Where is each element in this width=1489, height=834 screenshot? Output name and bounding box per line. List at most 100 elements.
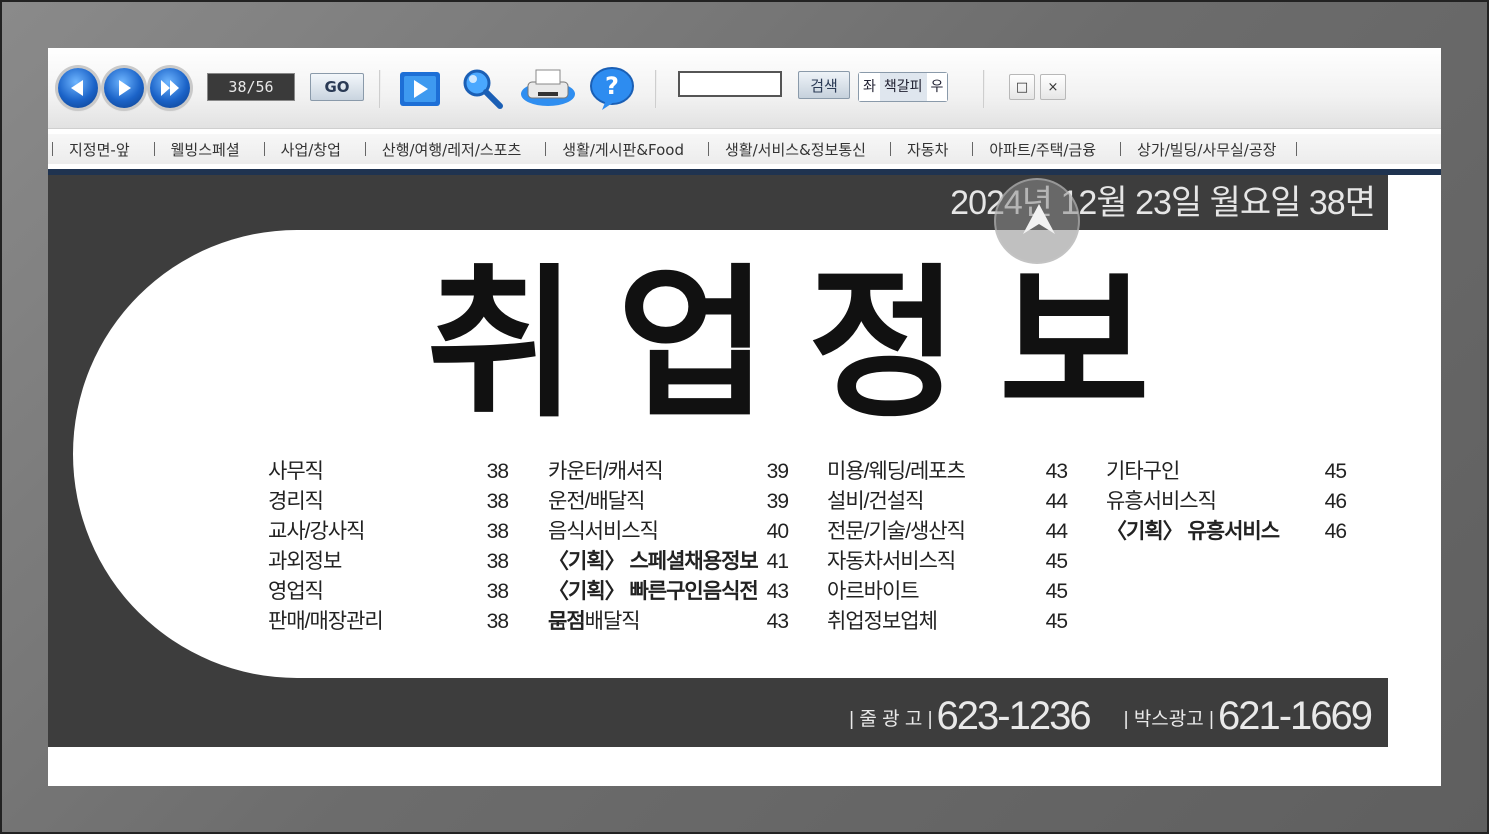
index-row[interactable]: 과외정보 38 xyxy=(268,547,509,577)
scroll-top-button[interactable] xyxy=(994,178,1080,264)
menu-item-front[interactable]: 지정면-앞 xyxy=(52,139,154,160)
index-page-number: 46 xyxy=(1324,490,1347,513)
page-indicator-input[interactable]: 38/56 xyxy=(207,73,295,101)
index-label: 교사/강사직 xyxy=(268,520,365,543)
view-toggle: 좌 책갈피 우 xyxy=(858,72,949,102)
index-label: 판매/매장관리 xyxy=(268,610,384,633)
index-page-number: 38 xyxy=(486,580,509,603)
line-ad-phone: 623-1236 xyxy=(936,694,1092,738)
index-row[interactable]: 〈기획〉 빠른구인음식전문점 43 xyxy=(548,577,789,633)
index-row[interactable]: 운전/배달직 39 xyxy=(548,487,789,517)
help-button[interactable]: ? xyxy=(588,66,636,112)
index-label: 〈기획〉 스페셜채용정보 xyxy=(548,550,759,573)
prev-page-icon xyxy=(71,80,83,96)
index-row[interactable]: 설비/건설직 44 xyxy=(827,487,1068,517)
close-button[interactable]: × xyxy=(1040,74,1066,100)
index-page-number: 40 xyxy=(766,520,789,543)
index-row[interactable]: 미용/웨딩/레포츠 43 xyxy=(827,457,1068,487)
search-input[interactable] xyxy=(678,71,782,97)
help-icon: ? xyxy=(590,67,634,110)
print-button[interactable] xyxy=(518,66,575,112)
index-label: 〈기획〉 유흥서비스 xyxy=(1106,520,1280,543)
prev-page-button[interactable] xyxy=(58,68,98,108)
menu-item-car[interactable]: 자동차 xyxy=(889,139,972,160)
toolbar: 38/56 GO ? 검색 좌 책갈피 우 □ × xyxy=(48,48,1441,129)
maximize-icon: □ xyxy=(1015,80,1029,95)
menu-item-apartment[interactable]: 아파트/주택/금융 xyxy=(972,139,1120,160)
ad-contact: | 줄 광 고 | 623-1236 | 박스광고 | 621-1669 xyxy=(849,685,1373,739)
index-page-number: 41 xyxy=(766,550,789,573)
zoom-icon xyxy=(463,69,503,109)
index-column-4: 기타구인 45 유흥서비스직 46 〈기획〉 유흥서비스 46 xyxy=(1106,457,1347,547)
index-page-number: 38 xyxy=(486,490,509,513)
index-label: 〈기획〉 빠른구인음식전문점 xyxy=(548,580,759,633)
menu-item-life-food[interactable]: 생활/게시판&Food xyxy=(545,139,708,160)
menu-item-commercial[interactable]: 상가/빌딩/사무실/공장 xyxy=(1120,139,1296,160)
page-margin xyxy=(1388,683,1441,747)
menu-item-wellbeing[interactable]: 웰빙스페셜 xyxy=(153,139,264,160)
index-row[interactable]: 경리직 38 xyxy=(268,487,509,517)
index-row[interactable]: 아르바이트 45 xyxy=(827,577,1068,607)
divider xyxy=(983,70,985,108)
line-ad-label: | 줄 광 고 | xyxy=(849,709,933,730)
search-button[interactable]: 검색 xyxy=(798,71,850,99)
index-page-number: 39 xyxy=(766,490,789,513)
menu-item-leisure[interactable]: 산행/여행/레저/스포츠 xyxy=(364,139,545,160)
divider xyxy=(655,70,657,108)
index-row[interactable]: 유흥서비스직 46 xyxy=(1106,487,1347,517)
index-label: 경리직 xyxy=(268,490,324,513)
index-page-number: 44 xyxy=(1045,490,1068,513)
index-page-number: 45 xyxy=(1045,550,1068,573)
box-ad-label: | 박스광고 | xyxy=(1123,709,1214,730)
menu-item-business[interactable]: 사업/창업 xyxy=(263,139,365,160)
page-flip-button[interactable] xyxy=(396,66,444,112)
page-flip-icon xyxy=(400,72,440,106)
index-label: 카운터/캐셔직 xyxy=(548,460,664,483)
index-row[interactable]: 카운터/캐셔직 39 xyxy=(548,457,789,487)
index-row[interactable]: 〈기획〉 스페셜채용정보 41 xyxy=(548,547,789,577)
index-row[interactable]: 음식배달직 43 xyxy=(548,607,789,637)
index-label: 영업직 xyxy=(268,580,324,603)
index-row[interactable]: 영업직 38 xyxy=(268,577,509,607)
index-column-2: 카운터/캐셔직 39 운전/배달직 39 음식서비스직 40 〈기획〉 스페셜채용정보 41 〈… xyxy=(548,457,789,637)
menu-item-life-service[interactable]: 생활/서비스&정보통신 xyxy=(708,139,890,160)
toggle-bookmark[interactable]: 책갈피 xyxy=(880,73,927,101)
menu-divider xyxy=(1296,142,1298,156)
index-label: 미용/웨딩/레포츠 xyxy=(827,460,966,483)
page-margin xyxy=(1388,175,1441,225)
index-page-number: 43 xyxy=(766,580,789,603)
index-page-number: 38 xyxy=(486,550,509,573)
index-row[interactable]: 사무직 38 xyxy=(268,457,509,487)
index-column-3: 미용/웨딩/레포츠 43 설비/건설직 44 전문/기술/생산직 44 자동차서비스직 45 아… xyxy=(827,457,1068,637)
index-row[interactable]: 판매/매장관리 38 xyxy=(268,607,509,637)
index-row[interactable]: 전문/기술/생산직 44 xyxy=(827,517,1068,547)
next-page-icon xyxy=(119,80,131,96)
ebook-viewer: 38/56 GO ? 검색 좌 책갈피 우 □ × 지정면-앞 웰빙스페셜 사업… xyxy=(48,48,1441,786)
index-label: 음식배달직 xyxy=(548,610,641,633)
index-row[interactable]: 교사/강사직 38 xyxy=(268,517,509,547)
index-page-number: 38 xyxy=(486,610,509,633)
maximize-button[interactable]: □ xyxy=(1009,74,1035,100)
index-label: 운전/배달직 xyxy=(548,490,645,513)
next-page-button[interactable] xyxy=(104,68,144,108)
box-ad-phone: 621-1669 xyxy=(1217,694,1373,738)
index-page-number: 45 xyxy=(1045,580,1068,603)
index-label: 전문/기술/생산직 xyxy=(827,520,966,543)
index-row[interactable]: 취업정보업체 45 xyxy=(827,607,1068,637)
index-row[interactable]: 음식서비스직 40 xyxy=(548,517,789,547)
index-page-number: 45 xyxy=(1324,460,1347,483)
last-page-button[interactable] xyxy=(150,68,190,108)
index-page-number: 39 xyxy=(766,460,789,483)
index-label: 취업정보업체 xyxy=(827,610,938,633)
index-row[interactable]: 〈기획〉 유흥서비스 46 xyxy=(1106,517,1347,547)
index-label: 유흥서비스직 xyxy=(1106,490,1217,513)
index-row[interactable]: 기타구인 45 xyxy=(1106,457,1347,487)
index-label: 설비/건설직 xyxy=(827,490,924,513)
newspaper-page: 2024년 12월 23일 월요일 38면 취업정보 사무직 38 경리직 38 교사/… xyxy=(48,175,1441,786)
go-button[interactable]: GO xyxy=(310,73,364,101)
index-label: 자동차서비스직 xyxy=(827,550,956,573)
zoom-button[interactable] xyxy=(458,66,506,112)
toggle-right[interactable]: 우 xyxy=(926,73,948,101)
index-row[interactable]: 자동차서비스직 45 xyxy=(827,547,1068,577)
toggle-left[interactable]: 좌 xyxy=(859,73,880,101)
